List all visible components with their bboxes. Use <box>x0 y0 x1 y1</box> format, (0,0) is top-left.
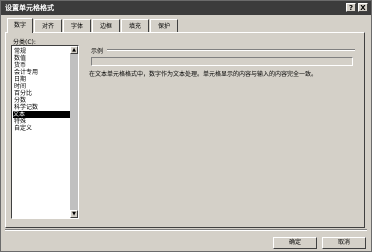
category-scrollbar[interactable]: ▲ ▼ <box>70 46 78 218</box>
category-item-general[interactable]: 常规 <box>14 48 26 55</box>
sample-group-line <box>107 49 355 51</box>
sample-label: 示例 <box>91 48 104 55</box>
category-item-percentage[interactable]: 百分比 <box>14 90 32 97</box>
category-item-number[interactable]: 数值 <box>14 55 26 62</box>
ok-button[interactable]: 确定 <box>273 237 317 249</box>
category-item-currency[interactable]: 货币 <box>14 62 26 69</box>
category-item-scientific[interactable]: 科学记数 <box>14 104 38 111</box>
category-item-time[interactable]: 时间 <box>14 83 26 90</box>
category-item-text[interactable]: 文本 <box>13 111 77 118</box>
help-button[interactable]: ? <box>346 3 356 12</box>
sample-preview-box <box>91 57 353 66</box>
scroll-down-icon[interactable]: ▼ <box>70 210 78 218</box>
category-item-custom[interactable]: 自定义 <box>14 125 32 132</box>
category-listbox[interactable]: 常规 数值 货币 会计专用 日期 时间 百分比 分数 科学记数 文本 特殊 自定… <box>11 45 79 219</box>
tab-fill[interactable]: 填充 <box>121 19 149 32</box>
tab-font[interactable]: 字体 <box>63 19 91 32</box>
tab-number[interactable]: 数字 <box>7 18 33 33</box>
format-description: 在文本单元格格式中，数字作为文本处理。单元格显示的内容与输入的内容完全一致。 <box>89 71 318 78</box>
scroll-up-icon[interactable]: ▲ <box>70 46 78 54</box>
close-button[interactable]: X <box>358 3 368 12</box>
bottom-divider <box>5 229 367 231</box>
format-cells-dialog: 设置单元格格式 ? X 数字 对齐 字体 边框 填充 保护 分类(C): 常规 … <box>0 0 372 252</box>
tab-border[interactable]: 边框 <box>92 19 120 32</box>
category-item-accounting[interactable]: 会计专用 <box>14 69 38 76</box>
tab-protection[interactable]: 保护 <box>150 19 178 32</box>
category-item-fraction[interactable]: 分数 <box>14 97 26 104</box>
dialog-title: 设置单元格格式 <box>5 4 54 12</box>
tab-alignment[interactable]: 对齐 <box>34 19 62 32</box>
category-item-special[interactable]: 特殊 <box>14 118 26 125</box>
title-bar: 设置单元格格式 ? X <box>1 1 371 15</box>
cancel-button[interactable]: 取消 <box>322 237 366 249</box>
category-item-date[interactable]: 日期 <box>14 76 26 83</box>
